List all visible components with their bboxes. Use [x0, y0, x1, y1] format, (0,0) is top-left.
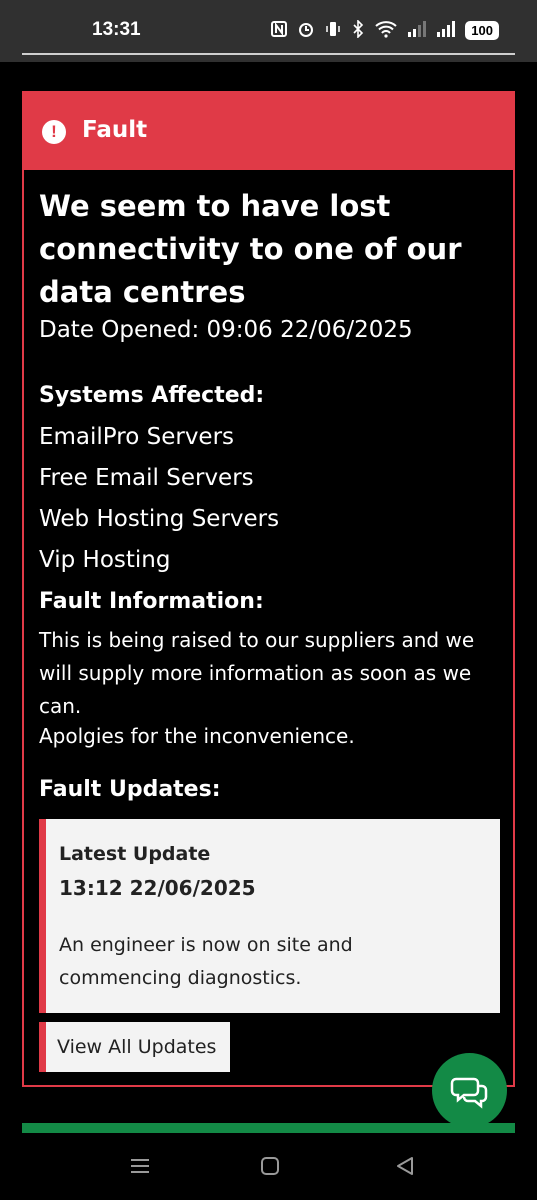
chat-button[interactable]: [432, 1053, 507, 1128]
system-item: EmailPro Servers: [39, 424, 235, 450]
apology-text: Apolgies for the inconvenience.: [39, 724, 355, 748]
battery-icon: 100: [465, 21, 499, 40]
header-divider: [22, 53, 515, 55]
update-title: Latest Update: [59, 843, 211, 865]
view-all-updates-button[interactable]: View All Updates: [39, 1022, 230, 1072]
latest-update-card: Latest Update 13:12 22/06/2025 An engine…: [39, 819, 500, 1013]
fault-header: ! Fault: [24, 93, 513, 170]
system-item: Free Email Servers: [39, 465, 254, 491]
vibrate-icon: [324, 20, 342, 41]
signal-icon: [407, 20, 427, 41]
system-item: Web Hosting Servers: [39, 506, 280, 532]
date-opened: Date Opened: 09:06 22/06/2025: [39, 317, 413, 343]
navigation-bar: [0, 1135, 537, 1200]
alert-icon: !: [42, 120, 66, 144]
signal-icon-2: [436, 20, 456, 41]
update-text: An engineer is now on site and commencin…: [59, 934, 353, 989]
bluetooth-icon: [351, 19, 365, 41]
system-item: Vip Hosting: [39, 547, 171, 573]
menu-icon[interactable]: [129, 1155, 151, 1181]
fault-card: ! Fault We seem to have lost connectivit…: [22, 91, 515, 1087]
fault-label: Fault: [82, 117, 148, 143]
updates-heading: Fault Updates:: [39, 777, 221, 802]
footer-bar: [22, 1123, 515, 1133]
home-icon[interactable]: [259, 1155, 281, 1181]
status-time: 13:31: [92, 19, 141, 40]
info-text: This is being raised to our suppliers an…: [39, 628, 475, 718]
info-heading: Fault Information:: [39, 589, 264, 614]
wifi-icon: [374, 20, 398, 41]
status-icons: 100: [270, 19, 499, 41]
nfc-icon: [270, 20, 288, 41]
back-icon[interactable]: [394, 1155, 416, 1181]
update-time: 13:12 22/06/2025: [59, 876, 256, 900]
alarm-icon: [297, 20, 315, 41]
fault-title: We seem to have lost connectivity to one…: [39, 189, 462, 309]
chat-icon: [450, 1077, 487, 1109]
systems-heading: Systems Affected:: [39, 383, 265, 408]
